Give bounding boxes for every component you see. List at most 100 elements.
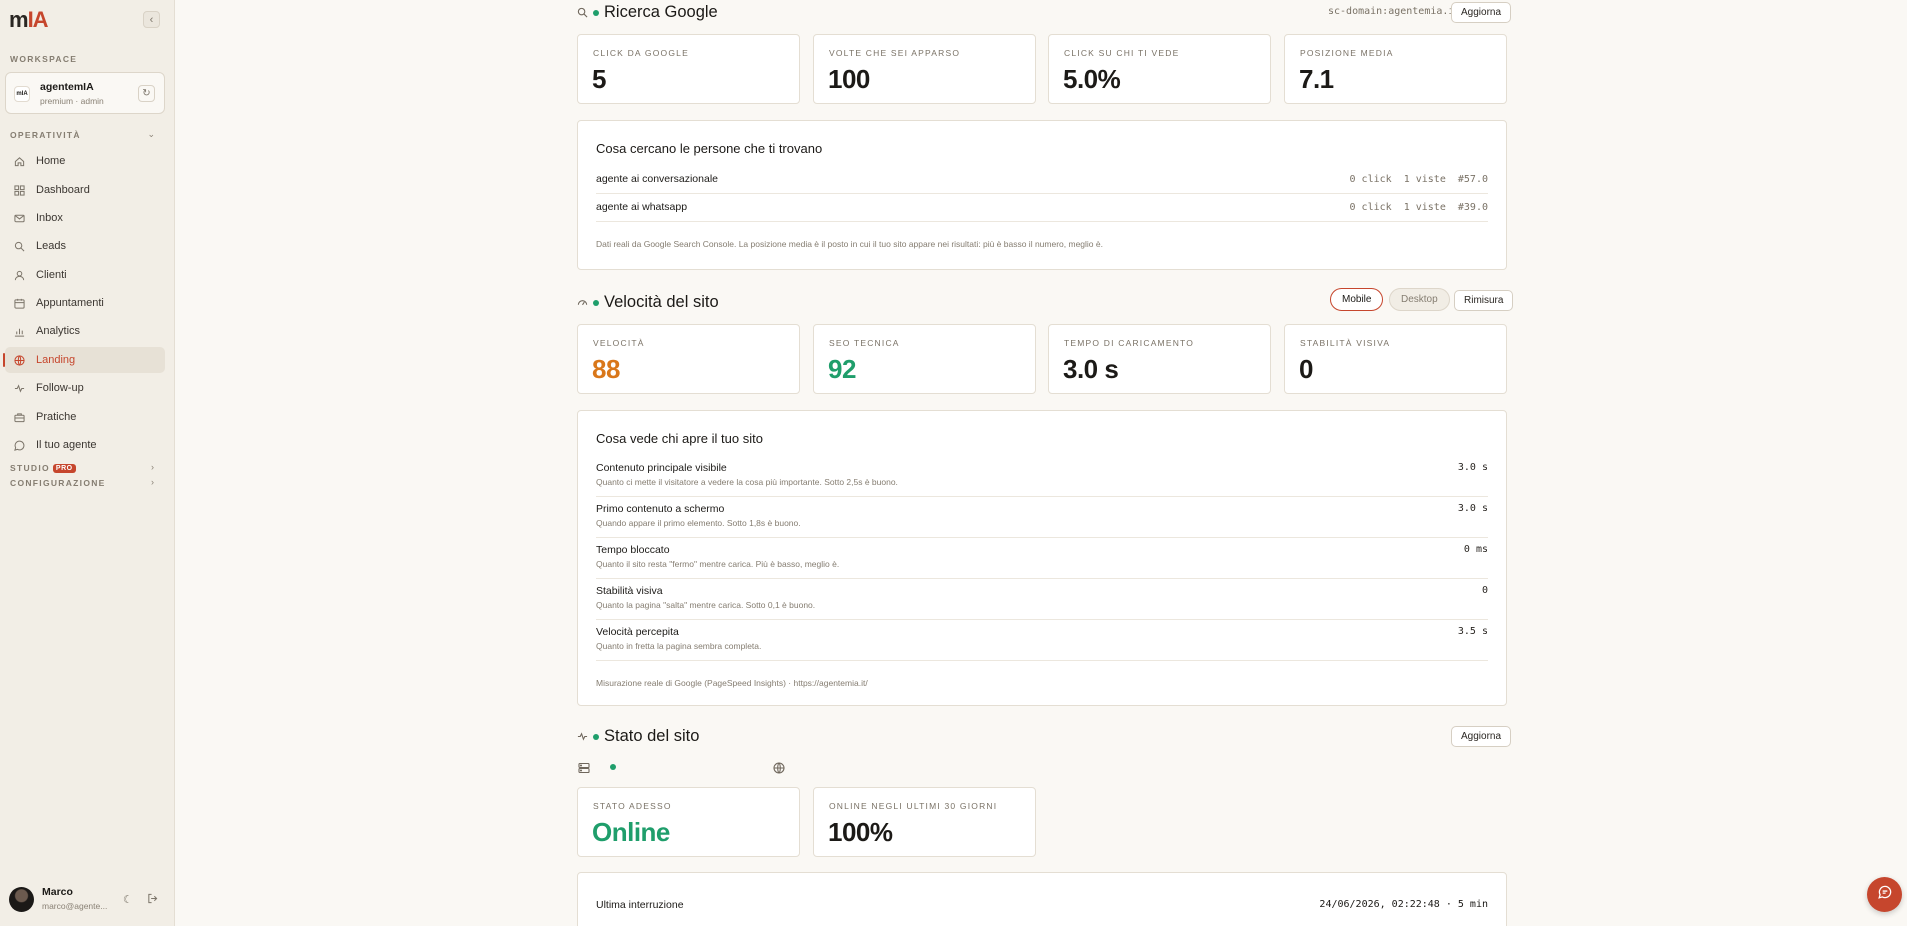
sidebar-item-label: Clienti [36, 269, 67, 281]
section-title: Ricerca Google [604, 3, 718, 21]
chat-fab-button[interactable] [1867, 877, 1902, 912]
metric-value: 3.5 s [1457, 626, 1488, 637]
stat-value: 5.0% [1063, 64, 1121, 94]
pro-badge: PRO [52, 464, 76, 473]
globe-icon [14, 354, 28, 366]
stat-label: STABILITÀ VISIVA [1300, 338, 1391, 348]
switch-workspace-button[interactable]: ↻ [138, 85, 155, 102]
table-row[interactable]: agente ai conversazionale 0 click 1 vist… [596, 166, 1488, 194]
sidebar-item-analytics[interactable]: Analytics [5, 318, 165, 344]
search-icon [14, 241, 28, 252]
section-header-speed: Velocità del sito [577, 293, 719, 312]
section-operativita[interactable]: OPERATIVITÀ [10, 130, 81, 140]
sidebar-item-dashboard[interactable]: Dashboard [5, 177, 165, 203]
outage-panel: Ultima interruzione 24/06/2026, 02:22:48… [577, 872, 1507, 926]
refresh-status-button[interactable]: Aggiorna [1451, 726, 1512, 747]
workspace-switcher[interactable]: mIA agentemIA premium · admin ↻ [5, 72, 165, 114]
sidebar-item-label: Dashboard [36, 184, 90, 196]
moon-icon[interactable]: ☾ [123, 893, 133, 906]
sidebar-item-label: Follow-up [36, 382, 84, 394]
stat-card: SEO TECNICA 92 [813, 324, 1036, 394]
tab-mobile[interactable]: Mobile [1330, 288, 1384, 311]
sidebar-item-landing[interactable]: Landing [5, 347, 165, 373]
remeasure-button[interactable]: Rimisura [1454, 290, 1514, 311]
refresh-icon: ↻ [142, 88, 151, 99]
stat-label: SEO TECNICA [829, 338, 900, 348]
status-dot [593, 299, 599, 306]
sidebar-item-home[interactable]: Home [5, 148, 165, 174]
user-profile: Marco marco@agente... ☾ [9, 886, 169, 916]
sidebar-item-label: Landing [36, 354, 76, 366]
gauge-icon [577, 297, 589, 308]
sidebar-item-clienti[interactable]: Clienti [5, 262, 165, 288]
home-icon [14, 156, 28, 167]
sidebar-item-label: Pratiche [36, 411, 77, 423]
stat-card: CLICK SU CHI TI VEDE 5.0% [1048, 34, 1271, 104]
app-logo[interactable]: mIA [9, 7, 49, 33]
collapse-sidebar-button[interactable]: ‹ [143, 11, 160, 28]
sidebar-item-inbox[interactable]: Inbox [5, 205, 165, 231]
stat-value: 92 [828, 354, 856, 384]
panel-title: Cosa vede chi apre il tuo sito [596, 431, 763, 446]
metric-description: Quanto ci mette il visitatore a vedere l… [596, 477, 898, 487]
section-configurazione[interactable]: CONFIGURAZIONE [10, 478, 106, 488]
stat-value: Online [592, 817, 670, 847]
sidebar-item-leads[interactable]: Leads [5, 233, 165, 259]
section-studio[interactable]: STUDIO PRO [10, 463, 76, 473]
metric-description: Quanto la pagina "salta" mentre carica. … [596, 600, 816, 610]
chevron-right-icon[interactable]: › [151, 462, 154, 472]
sidebar-item-pratiche[interactable]: Pratiche [5, 404, 165, 430]
table-row[interactable]: agente ai whatsapp 0 click 1 viste #39.0 [596, 194, 1488, 222]
stat-card: VOLTE CHE SEI APPARSO 100 [813, 34, 1036, 104]
sidebar-item-label: Il tuo agente [36, 439, 97, 451]
mail-icon [14, 213, 28, 224]
metric-value: 3.0 s [1457, 503, 1488, 514]
metric-label: Primo contenuto a schermo [596, 503, 725, 515]
avatar[interactable] [9, 887, 34, 912]
online-indicator-dot [610, 764, 616, 770]
sidebar-item-label: Appuntamenti [36, 297, 104, 309]
metric-row: Tempo bloccato Quanto il sito resta "fer… [596, 538, 1488, 579]
workspace-name: agentemIA [40, 81, 94, 93]
last-outage-value: 24/06/2026, 02:22:48 · 5 min [1319, 899, 1488, 910]
metric-row: Contenuto principale visibile Quanto ci … [596, 456, 1488, 497]
stat-value: 100% [828, 817, 893, 847]
sidebar-item-il-tuo-agente[interactable]: Il tuo agente [5, 432, 165, 458]
chat-icon [14, 440, 28, 451]
last-outage-label: Ultima interruzione [596, 899, 684, 911]
sidebar-item-appuntamenti[interactable]: Appuntamenti [5, 290, 165, 316]
stat-label: VELOCITÀ [593, 338, 645, 348]
user-icon [14, 270, 28, 281]
sidebar-item-label: Leads [36, 240, 66, 252]
stat-label: POSIZIONE MEDIA [1300, 48, 1394, 58]
queries-panel: Cosa cercano le persone che ti trovano a… [577, 120, 1507, 270]
tab-desktop[interactable]: Desktop [1389, 288, 1450, 311]
chevron-down-icon[interactable]: ⌄ [147, 129, 155, 140]
metric-row: Velocità percepita Quanto in fretta la p… [596, 620, 1488, 661]
sidebar: mIA ‹ WORKSPACE mIA agentemIA premium · … [0, 0, 175, 926]
search-icon [577, 7, 589, 18]
globe-icon [773, 761, 785, 779]
activity-icon [577, 731, 589, 742]
metric-label: Tempo bloccato [596, 544, 670, 556]
sidebar-item-label: Home [36, 155, 66, 167]
stat-value: 88 [592, 354, 620, 384]
stat-value: 3.0 s [1063, 354, 1119, 384]
stat-card: STABILITÀ VISIVA 0 [1284, 324, 1507, 394]
chevron-right-icon[interactable]: › [151, 477, 154, 487]
sidebar-item-label: Inbox [36, 212, 63, 224]
stat-label: TEMPO DI CARICAMENTO [1064, 338, 1195, 348]
search-console-domain: sc-domain:agentemia.it [1328, 6, 1461, 17]
refresh-google-button[interactable]: Aggiorna [1451, 2, 1512, 23]
stat-label: ONLINE NEGLI ULTIMI 30 GIORNI [829, 801, 998, 811]
briefcase-icon [14, 412, 28, 423]
query-stats: 0 click 1 viste #39.0 [1349, 202, 1488, 213]
stat-value: 5 [592, 64, 606, 94]
data-source-note: Dati reali da Google Search Console. La … [596, 239, 1103, 249]
sidebar-item-follow-up[interactable]: Follow-up [5, 375, 165, 401]
logout-icon[interactable] [147, 893, 158, 907]
status-dot [593, 9, 599, 16]
server-icon [578, 761, 590, 779]
calendar-icon [14, 298, 28, 309]
workspace-label: WORKSPACE [10, 54, 78, 64]
